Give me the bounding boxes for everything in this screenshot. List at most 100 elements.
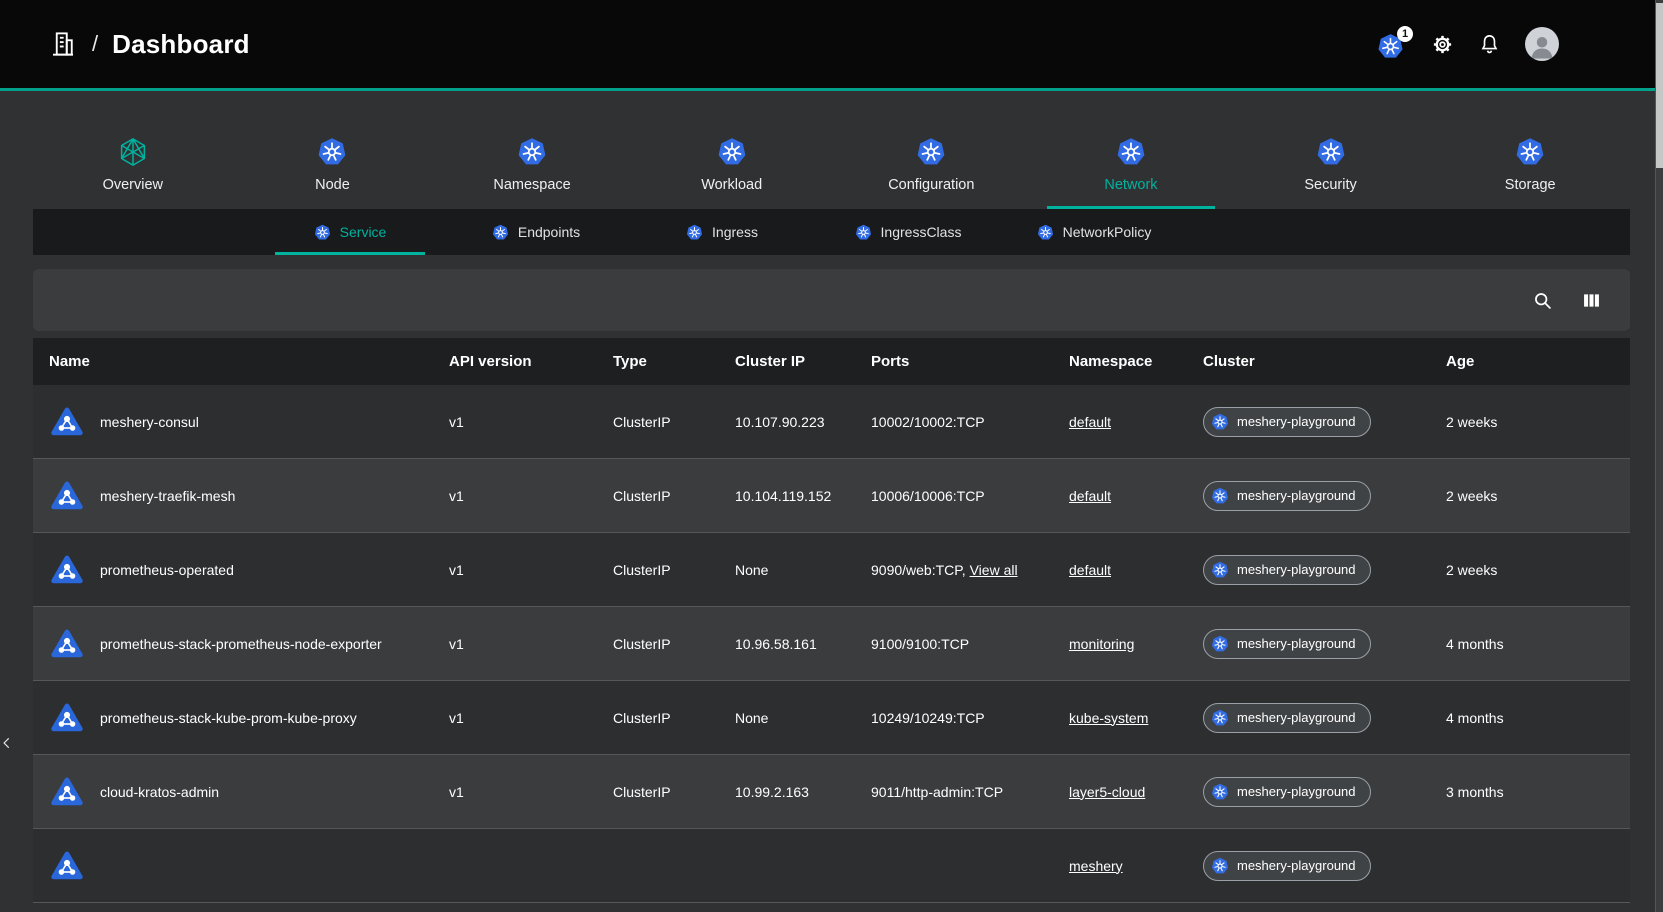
app-header: / Dashboard 1 — [0, 0, 1663, 91]
subtab-service[interactable]: Service — [275, 209, 425, 255]
kubernetes-icon — [855, 224, 872, 241]
cluster-cell: meshery-playground — [1203, 407, 1446, 437]
table-row[interactable]: prometheus-stack-kube-prom-kube-proxy v1… — [33, 681, 1630, 755]
sidebar-collapse-toggle[interactable] — [0, 728, 18, 758]
kubernetes-icon — [686, 224, 703, 241]
column-header-namespace[interactable]: Namespace — [1069, 353, 1203, 370]
table-row[interactable]: prometheus-stack-prometheus-node-exporte… — [33, 607, 1630, 681]
table-row[interactable]: meshery-consul v1 ClusterIP 10.107.90.22… — [33, 385, 1630, 459]
namespace-link[interactable]: default — [1069, 488, 1111, 504]
table-toolbar — [33, 269, 1630, 331]
scrollbar-thumb[interactable] — [1656, 3, 1663, 168]
subtab-ingress[interactable]: Ingress — [647, 209, 797, 255]
tab-configuration[interactable]: Configuration — [832, 131, 1032, 209]
name-cell — [33, 848, 449, 884]
vertical-scrollbar[interactable] — [1655, 0, 1663, 912]
api-version-cell: v1 — [449, 636, 613, 652]
table-row[interactable]: prometheus-operated v1 ClusterIP None 90… — [33, 533, 1630, 607]
tab-label: Namespace — [493, 177, 570, 193]
kubernetes-icon — [1515, 137, 1545, 167]
namespace-link[interactable]: monitoring — [1069, 636, 1134, 652]
ports-value: 10006/10006:TCP — [871, 488, 985, 504]
tab-node[interactable]: Node — [233, 131, 433, 209]
subtab-networkpolicy[interactable]: NetworkPolicy — [1019, 209, 1169, 255]
cluster-cell: meshery-playground — [1203, 777, 1446, 807]
building-icon[interactable] — [48, 29, 78, 59]
ports-cell: 9011/http-admin:TCP — [871, 784, 1069, 800]
cluster-status-button[interactable]: 1 — [1377, 29, 1407, 59]
cluster-chip-label: meshery-playground — [1237, 858, 1356, 873]
cluster-chip-label: meshery-playground — [1237, 488, 1356, 503]
table-row[interactable]: meshery meshery-playground — [33, 829, 1630, 903]
api-version-cell: v1 — [449, 784, 613, 800]
cluster-chip[interactable]: meshery-playground — [1203, 555, 1371, 585]
namespace-cell: kube-system — [1069, 710, 1203, 726]
ports-value: 9100/9100:TCP — [871, 636, 969, 652]
chevron-left-icon — [0, 732, 14, 754]
column-header-cluster-ip[interactable]: Cluster IP — [735, 353, 871, 370]
service-name: cloud-kratos-admin — [100, 784, 219, 800]
ports-cell: 10249/10249:TCP — [871, 710, 1069, 726]
cluster-ip-cell: 10.104.119.152 — [735, 488, 871, 504]
namespace-link[interactable]: default — [1069, 414, 1111, 430]
api-version-cell: v1 — [449, 488, 613, 504]
cluster-ip-cell: 10.99.2.163 — [735, 784, 871, 800]
tab-namespace[interactable]: Namespace — [432, 131, 632, 209]
column-view-icon[interactable] — [1581, 290, 1602, 311]
age-cell: 4 months — [1446, 710, 1630, 726]
service-name: meshery-traefik-mesh — [100, 488, 235, 504]
tab-network[interactable]: Network — [1031, 131, 1231, 209]
tab-workload[interactable]: Workload — [632, 131, 832, 209]
service-icon — [49, 404, 85, 440]
cluster-chip[interactable]: meshery-playground — [1203, 703, 1371, 733]
age-cell: 2 weeks — [1446, 488, 1630, 504]
namespace-link[interactable]: layer5-cloud — [1069, 784, 1145, 800]
table-row[interactable]: cloud-kratos-admin v1 ClusterIP 10.99.2.… — [33, 755, 1630, 829]
cluster-chip[interactable]: meshery-playground — [1203, 481, 1371, 511]
type-cell: ClusterIP — [613, 636, 735, 652]
age-cell: 4 months — [1446, 636, 1630, 652]
subtab-label: Service — [340, 224, 387, 240]
service-icon — [49, 774, 85, 810]
service-icon — [49, 626, 85, 662]
subtab-label: Endpoints — [518, 224, 580, 240]
cluster-chip[interactable]: meshery-playground — [1203, 777, 1371, 807]
cluster-ip-cell: None — [735, 562, 871, 578]
meshery-icon — [118, 137, 148, 167]
tab-overview[interactable]: Overview — [33, 131, 233, 209]
kubernetes-icon — [916, 137, 946, 167]
bell-icon[interactable] — [1478, 33, 1501, 56]
column-header-ports[interactable]: Ports — [871, 353, 1069, 370]
subtab-ingressclass[interactable]: IngressClass — [833, 209, 983, 255]
subtab-endpoints[interactable]: Endpoints — [461, 209, 611, 255]
column-header-cluster[interactable]: Cluster — [1203, 353, 1446, 370]
ports-value: 10002/10002:TCP — [871, 414, 985, 430]
namespace-link[interactable]: default — [1069, 562, 1111, 578]
column-header-api-version[interactable]: API version — [449, 353, 613, 370]
column-header-type[interactable]: Type — [613, 353, 735, 370]
search-icon[interactable] — [1532, 290, 1553, 311]
subtab-label: IngressClass — [881, 224, 962, 240]
table-row[interactable]: meshery-traefik-mesh v1 ClusterIP 10.104… — [33, 459, 1630, 533]
gear-icon[interactable] — [1431, 33, 1454, 56]
namespace-cell: default — [1069, 488, 1203, 504]
namespace-link[interactable]: kube-system — [1069, 710, 1148, 726]
tab-security[interactable]: Security — [1231, 131, 1431, 209]
cluster-chip[interactable]: meshery-playground — [1203, 407, 1371, 437]
column-header-age[interactable]: Age — [1446, 353, 1630, 370]
tab-storage[interactable]: Storage — [1430, 131, 1630, 209]
services-table: Name API version Type Cluster IP Ports N… — [33, 338, 1630, 903]
cluster-chip[interactable]: meshery-playground — [1203, 629, 1371, 659]
cluster-chip-label: meshery-playground — [1237, 784, 1356, 799]
cluster-chip-label: meshery-playground — [1237, 710, 1356, 725]
service-icon — [49, 478, 85, 514]
view-all-link[interactable]: View all — [970, 562, 1018, 578]
name-cell: prometheus-operated — [33, 552, 449, 588]
age-cell: 2 weeks — [1446, 562, 1630, 578]
user-avatar[interactable] — [1525, 27, 1559, 61]
column-header-name[interactable]: Name — [33, 353, 449, 370]
cluster-chip[interactable]: meshery-playground — [1203, 851, 1371, 881]
name-cell: meshery-consul — [33, 404, 449, 440]
namespace-link[interactable]: meshery — [1069, 858, 1123, 874]
service-name: prometheus-operated — [100, 562, 234, 578]
